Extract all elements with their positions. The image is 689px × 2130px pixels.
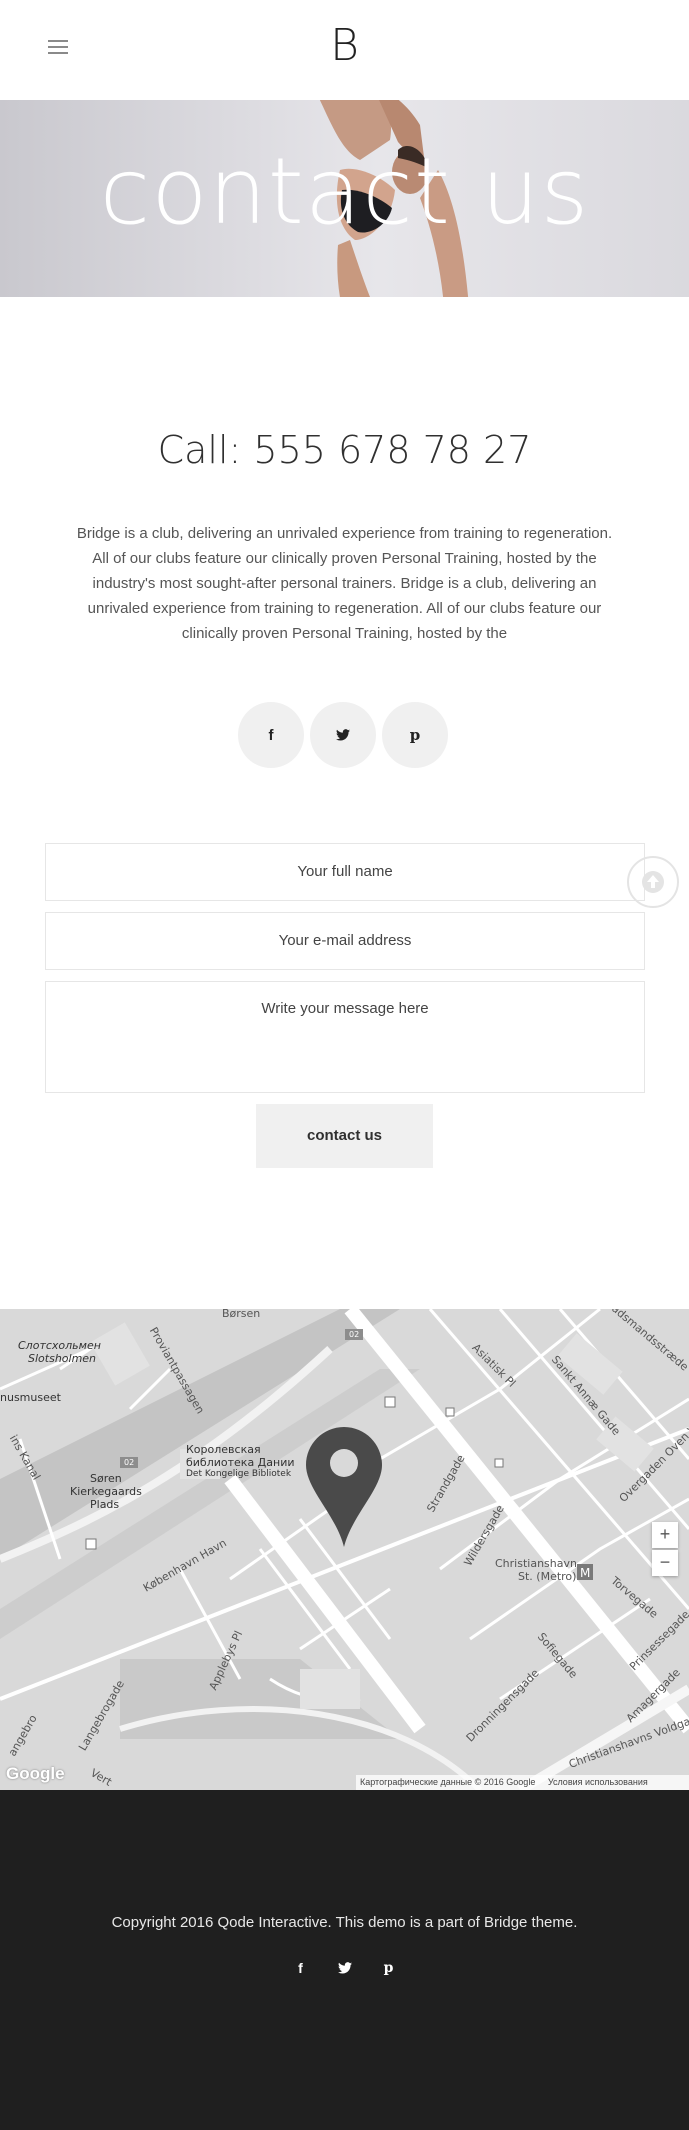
- google-map[interactable]: M Børsen Слотсхольмен Slotsholmen Provia…: [0, 1309, 689, 1790]
- facebook-button[interactable]: f: [238, 702, 304, 768]
- page-title: contact us: [99, 138, 590, 245]
- map-pin-icon[interactable]: [306, 1427, 382, 1547]
- intro-paragraph: Bridge is a club, delivering an unrivale…: [76, 525, 613, 642]
- site-logo[interactable]: B: [0, 20, 689, 71]
- map-label: Kierkegaards: [70, 1485, 142, 1498]
- svg-text:M: M: [580, 1566, 590, 1580]
- message-textarea[interactable]: Write your message here: [45, 981, 645, 1093]
- twitter-button[interactable]: [310, 702, 376, 768]
- facebook-icon: f: [268, 726, 274, 744]
- pinterest-icon[interactable]: p: [382, 1960, 396, 1976]
- full-name-input[interactable]: Your full name: [45, 843, 645, 901]
- map-attribution-text: Картографические данные © 2016 Google: [360, 1777, 536, 1787]
- pinterest-icon: p: [409, 726, 421, 744]
- map-label: Слотсхольмен: [18, 1339, 101, 1352]
- contact-submit-button[interactable]: contact us: [256, 1104, 433, 1168]
- map-label: Børsen: [222, 1309, 261, 1320]
- twitter-icon[interactable]: [337, 1962, 352, 1974]
- pinterest-button[interactable]: p: [382, 702, 448, 768]
- map-zoom-out-button[interactable]: −: [652, 1550, 678, 1576]
- map-label: Christianshavn: [495, 1557, 577, 1570]
- map-road-badge: 02: [349, 1330, 360, 1339]
- map-terms-link[interactable]: Условия использования: [548, 1777, 648, 1787]
- back-to-top-button[interactable]: [627, 856, 679, 908]
- site-header: B: [0, 0, 689, 100]
- call-heading: Call: 555 678 78 27: [157, 428, 532, 472]
- map-attribution: Картографические данные © 2016 Google Ус…: [356, 1775, 689, 1790]
- footer-social-links: f p: [0, 1960, 689, 1976]
- map-label: библиотека Дании: [186, 1456, 295, 1469]
- map-label: Søren: [90, 1472, 122, 1485]
- copyright-text: Copyright 2016 Qode Interactive. This de…: [111, 1914, 578, 1931]
- site-footer: Copyright 2016 Qode Interactive. This de…: [0, 1790, 689, 2130]
- map-label: Королевская: [186, 1443, 261, 1456]
- google-logo[interactable]: Google: [6, 1764, 65, 1784]
- map-zoom-in-button[interactable]: +: [652, 1522, 678, 1548]
- map-label: nusmuseet: [0, 1391, 61, 1404]
- hero-banner: contact us: [0, 100, 689, 297]
- map-label: Slotsholmen: [28, 1352, 97, 1365]
- arrow-up-icon: [642, 871, 664, 893]
- facebook-icon[interactable]: f: [294, 1960, 308, 1976]
- map-label: Plads: [90, 1498, 120, 1511]
- map-label: St. (Metro): [518, 1570, 577, 1583]
- map-label: Det Kongelige Bibliotek: [186, 1469, 292, 1479]
- map-road-badge: 02: [124, 1458, 135, 1467]
- social-links: f p: [238, 702, 448, 768]
- twitter-icon: [336, 729, 350, 741]
- email-input[interactable]: Your e-mail address: [45, 912, 645, 970]
